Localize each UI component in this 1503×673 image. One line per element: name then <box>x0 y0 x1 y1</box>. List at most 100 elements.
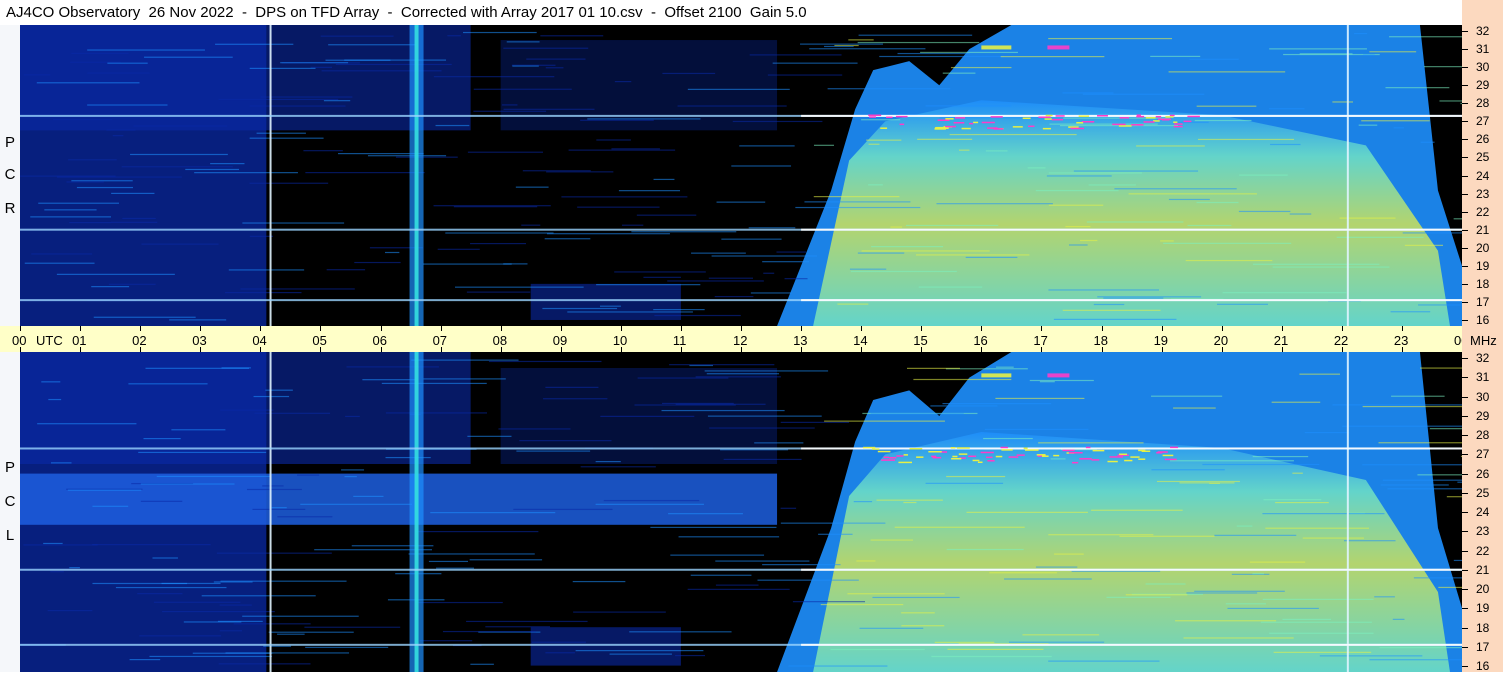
noise-stroke <box>503 108 595 110</box>
noise-stroke <box>254 412 331 414</box>
hot-speckle <box>972 459 980 462</box>
noise-stroke <box>68 159 117 161</box>
noise-stroke <box>1236 525 1253 527</box>
hot-speckle <box>1092 449 1105 452</box>
noise-stroke <box>1453 559 1462 562</box>
frequency-tick-mark <box>1462 175 1468 177</box>
noise-stroke <box>1227 607 1319 610</box>
noise-stroke <box>870 413 964 415</box>
noise-stroke <box>467 435 512 437</box>
noise-stroke <box>1150 55 1201 58</box>
noise-stroke <box>246 488 302 491</box>
noise-stroke <box>813 144 834 146</box>
noise-stroke <box>546 233 670 235</box>
noise-stroke <box>41 381 61 383</box>
noise-stroke <box>1128 193 1257 195</box>
noise-stroke <box>1196 201 1239 204</box>
noise-stroke <box>1332 404 1462 406</box>
utc-tick-label: 19 <box>1153 333 1169 348</box>
hot-speckle <box>1109 456 1124 458</box>
noise-stroke <box>137 593 183 595</box>
noise-stroke <box>795 206 921 209</box>
noise-stroke <box>661 402 734 405</box>
noise-stroke <box>996 366 1014 368</box>
noise-stroke <box>868 143 880 145</box>
noise-stroke <box>1073 170 1199 172</box>
noise-stroke <box>861 119 901 121</box>
hot-speckle <box>916 456 924 458</box>
carrier-line-bright <box>801 447 1462 450</box>
noise-stroke <box>171 429 226 431</box>
rcp-frequency-axis: 32 31 30 29 28 27 26 25 24 23 22 21 20 19 18 17 16 <box>1462 25 1503 326</box>
noise-stroke <box>721 238 782 240</box>
noise-stroke <box>568 149 676 151</box>
noise-stroke <box>1035 189 1119 192</box>
vertical-interference-core <box>414 25 419 326</box>
noise-stroke <box>138 451 267 454</box>
noise-stroke <box>345 415 360 418</box>
noise-stroke <box>515 186 549 188</box>
noise-stroke <box>1453 218 1462 220</box>
noise-stroke <box>714 295 754 298</box>
noise-stroke <box>110 221 158 223</box>
noise-stroke <box>503 47 589 49</box>
noise-stroke <box>93 316 196 318</box>
noise-stroke <box>56 176 182 178</box>
noise-stroke <box>861 250 990 252</box>
noise-stroke <box>603 499 700 502</box>
hot-speckle <box>1012 126 1023 128</box>
noise-stroke <box>305 172 425 174</box>
noise-stroke <box>111 192 155 195</box>
noise-stroke <box>614 80 632 83</box>
noise-stroke <box>542 307 618 310</box>
noise-stroke <box>485 626 551 628</box>
noise-stroke <box>1194 590 1285 592</box>
hot-speckle <box>1183 120 1192 123</box>
frequency-tick-mark <box>1462 157 1468 159</box>
hot-speckle <box>1008 456 1019 458</box>
frequency-tick-mark <box>1462 454 1468 456</box>
hot-speckle <box>877 450 891 453</box>
noise-stroke <box>934 641 995 643</box>
hot-speckle <box>1141 450 1151 452</box>
noise-stroke <box>857 41 980 44</box>
utc-tick-mark <box>500 347 502 352</box>
noise-stroke <box>716 201 766 203</box>
frequency-tick-label: 19 <box>1476 601 1490 616</box>
hot-speckle <box>1119 117 1130 119</box>
noise-stroke <box>1186 592 1258 594</box>
frequency-tick-label: 17 <box>1476 639 1490 654</box>
noise-stroke <box>824 420 945 422</box>
hot-speckle <box>871 448 880 450</box>
noise-stroke <box>1039 381 1055 383</box>
noise-stroke <box>1379 646 1462 649</box>
noise-stroke <box>149 655 273 658</box>
noise-stroke <box>435 124 470 127</box>
noise-stroke <box>792 601 866 603</box>
noise-stroke <box>1038 442 1144 444</box>
noise-stroke <box>1343 540 1396 542</box>
noise-stroke <box>381 382 487 385</box>
noise-stroke <box>772 62 858 64</box>
noise-stroke <box>87 104 168 106</box>
utc-tick-mark <box>200 347 202 352</box>
noise-stroke <box>141 243 219 245</box>
noise-stroke <box>1088 184 1136 186</box>
hot-speckle <box>883 456 889 459</box>
utc-tick-label: 18 <box>1093 333 1108 348</box>
noise-stroke <box>249 67 316 69</box>
noise-stroke <box>827 88 951 90</box>
frequency-tick-mark <box>1462 103 1468 105</box>
noise-stroke <box>1082 93 1205 95</box>
utc-tick-mark <box>20 347 21 352</box>
noise-stroke <box>587 118 701 120</box>
noise-stroke <box>661 409 785 412</box>
hot-speckle <box>990 116 1003 118</box>
noise-stroke <box>1263 499 1322 501</box>
noise-stroke <box>92 505 129 507</box>
frequency-tick-mark <box>1462 473 1468 475</box>
noise-stroke <box>140 500 183 502</box>
hot-speckle <box>1164 458 1177 461</box>
noise-stroke <box>1093 303 1125 306</box>
noise-stroke <box>1151 469 1225 471</box>
